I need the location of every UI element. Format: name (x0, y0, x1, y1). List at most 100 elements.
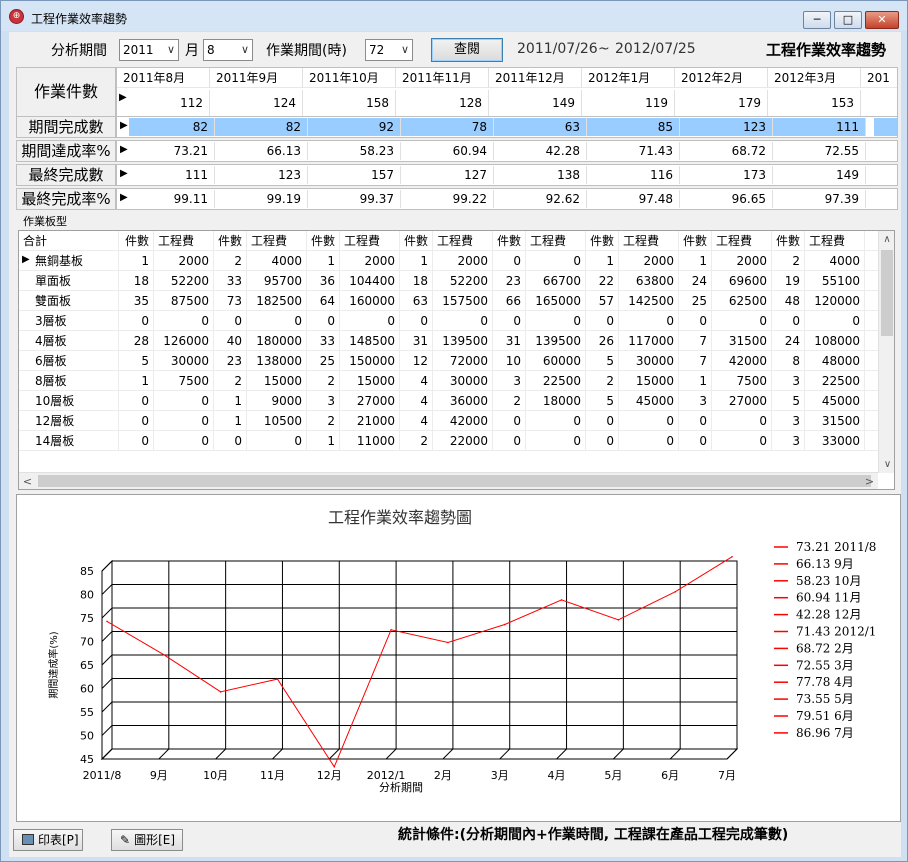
summary-cell[interactable]: 72.55 (773, 142, 866, 160)
value-cell: 3 (772, 371, 805, 391)
detail-grid[interactable]: 合計 件數 工程費 件數 工程費 件數 工程費 件數 工程費 件數 工程費 件數 工程費 件數 工程費 件數工… (18, 230, 895, 490)
summary-cell[interactable]: 85 (587, 118, 680, 136)
summary-cell[interactable]: 68.72 (680, 142, 773, 160)
summary-cell[interactable]: 138 (494, 166, 587, 184)
value-cell: 64 (307, 291, 340, 311)
table-row[interactable]: 單面板 18 52200 33 95700 36 104400 18 52200 23 66700 2… (19, 271, 879, 291)
summary-cell[interactable]: 92 (308, 118, 401, 136)
value-cell: 0 (619, 311, 679, 331)
board-type-cell: 6層板 (19, 351, 119, 371)
chevron-right-icon[interactable]: > (861, 473, 878, 489)
summary-cell[interactable]: 42.28 (494, 142, 587, 160)
summary-cell[interactable]: 99.11 (129, 190, 215, 208)
table-row[interactable]: 6層板 5 30000 23 138000 25 150000 12 72000 10 60000 5… (19, 351, 879, 371)
value-cell: 7500 (154, 371, 214, 391)
column-header: 工程費 (433, 231, 493, 251)
row-header: 最終完成數 (16, 164, 116, 186)
summary-cell[interactable]: 99.37 (308, 190, 401, 208)
value-cell: 5 (586, 351, 619, 371)
summary-row[interactable]: ▶ 99.11 99.19 99.37 99.22 92.62 97.48 96.65 97.3… (116, 188, 898, 210)
summary-cell[interactable]: 123 (215, 166, 308, 184)
summary-cell[interactable]: 63 (494, 118, 587, 136)
table-row[interactable]: 4層板 28 126000 40 180000 33 148500 31 139500 31 139… (19, 331, 879, 351)
summary-cell[interactable]: 82 (215, 118, 308, 136)
value-cell: 1 (307, 431, 340, 451)
query-button[interactable]: 查閱 (431, 38, 503, 62)
work-count-cell: 119 (582, 90, 675, 116)
summary-cell[interactable]: 92.62 (494, 190, 587, 208)
summary-cell[interactable]: 97.48 (587, 190, 680, 208)
maximize-button[interactable]: □ (834, 11, 862, 29)
value-cell: 2 (772, 251, 805, 271)
row-pointer-icon: ▶ (120, 192, 128, 203)
scroll-thumb-h[interactable] (38, 475, 871, 487)
table-row[interactable]: 14層板 0 0 0 0 1 11000 2 22000 0 0 0 0 0 0 3 33000 (19, 431, 879, 451)
summary-cell[interactable]: 123 (680, 118, 773, 136)
print-button[interactable]: 印表[P] (13, 829, 83, 851)
summary-cell[interactable]: 73.21 (129, 142, 215, 160)
summary-cell[interactable] (874, 118, 897, 136)
chevron-left-icon[interactable]: < (19, 473, 36, 489)
summary-cell[interactable]: 96.65 (680, 190, 773, 208)
value-cell: 60000 (526, 351, 586, 371)
table-row[interactable]: 雙面板 35 87500 73 182500 64 160000 63 157500 66 1650… (19, 291, 879, 311)
value-cell: 23 (214, 351, 247, 371)
value-cell: 66 (493, 291, 526, 311)
summary-cell[interactable]: 60.94 (401, 142, 494, 160)
summary-row[interactable]: ▶ 73.21 66.13 58.23 60.94 42.28 71.43 68.72 72.5… (116, 140, 898, 162)
minimize-button[interactable]: ─ (803, 11, 831, 29)
summary-cell[interactable]: 111 (773, 118, 866, 136)
value-cell: 2 (400, 431, 433, 451)
value-cell: 2000 (619, 251, 679, 271)
table-row[interactable]: 10層板 0 0 1 9000 3 27000 4 36000 2 18000 5 45000 3 2700… (19, 391, 879, 411)
summary-header-sheet: 2011年8月 2011年9月 2011年10月 2011年11月 2011年12月 20… (116, 67, 898, 117)
horizontal-scrollbar[interactable]: < > (19, 472, 878, 489)
value-cell: 0 (247, 311, 307, 331)
summary-cell[interactable]: 111 (129, 166, 215, 184)
summary-cell[interactable]: 58.23 (308, 142, 401, 160)
summary-cell[interactable]: 173 (680, 166, 773, 184)
chevron-up-icon[interactable]: ∧ (879, 231, 894, 248)
table-row[interactable]: 8層板 1 7500 2 15000 2 15000 4 30000 3 22500 2 15000 1 7… (19, 371, 879, 391)
x-tick-label: 7月 (718, 769, 736, 782)
summary-cell[interactable]: 99.22 (401, 190, 494, 208)
summary-cell[interactable]: 97.39 (773, 190, 866, 208)
chevron-down-icon[interactable]: ∨ (879, 456, 894, 473)
summary-cell[interactable]: 82 (129, 118, 215, 136)
value-cell: 0 (679, 411, 712, 431)
graph-button[interactable]: ✎ 圖形[E] (111, 829, 183, 851)
work-count-cell: 128 (396, 90, 489, 116)
summary-cell[interactable]: 127 (401, 166, 494, 184)
hours-select[interactable]: 72 ∨ (365, 39, 413, 61)
summary-cell[interactable]: 66.13 (215, 142, 308, 160)
period-label: 分析期間 (51, 43, 107, 59)
table-row[interactable]: 無銅基板 1 2000 2 4000 1 2000 1 2000 0 0 1 2000 1 2000 2 400… (19, 251, 879, 271)
close-button[interactable]: ✕ (865, 11, 899, 29)
summary-cell[interactable]: 116 (587, 166, 680, 184)
column-header: 工程費 (619, 231, 679, 251)
summary-cell[interactable]: 157 (308, 166, 401, 184)
table-row[interactable]: 3層板 0 0 0 0 0 0 0 0 0 0 0 0 0 0 0 0 (19, 311, 879, 331)
summary-cell[interactable]: 99.19 (215, 190, 308, 208)
value-cell: 0 (619, 411, 679, 431)
summary-cell[interactable]: 149 (773, 166, 866, 184)
value-cell: 22 (586, 271, 619, 291)
summary-row[interactable]: ▶ 111 123 157 127 138 116 173 149 (116, 164, 898, 186)
vertical-scrollbar[interactable]: ∧ ∨ (878, 231, 894, 473)
row-header-work-count: 作業件數 (16, 67, 116, 117)
scroll-thumb[interactable] (881, 250, 893, 336)
year-select[interactable]: 2011 ∨ (119, 39, 179, 61)
month-select[interactable]: 8 ∨ (203, 39, 253, 61)
value-cell: 3 (307, 391, 340, 411)
summary-row[interactable]: ▶ 82 82 92 78 63 85 123 111 (116, 116, 898, 138)
summary-cell[interactable]: 78 (401, 118, 494, 136)
value-cell: 15000 (619, 371, 679, 391)
value-cell: 180000 (247, 331, 307, 351)
value-cell: 0 (526, 311, 586, 331)
summary-cell[interactable]: 71.43 (587, 142, 680, 160)
value-cell: 52200 (154, 271, 214, 291)
value-cell: 62500 (712, 291, 772, 311)
value-cell: 1 (586, 251, 619, 271)
x-tick-label: 6月 (661, 769, 679, 782)
table-row[interactable]: 12層板 0 0 1 10500 2 21000 4 42000 0 0 0 0 0 0 3 31500 (19, 411, 879, 431)
